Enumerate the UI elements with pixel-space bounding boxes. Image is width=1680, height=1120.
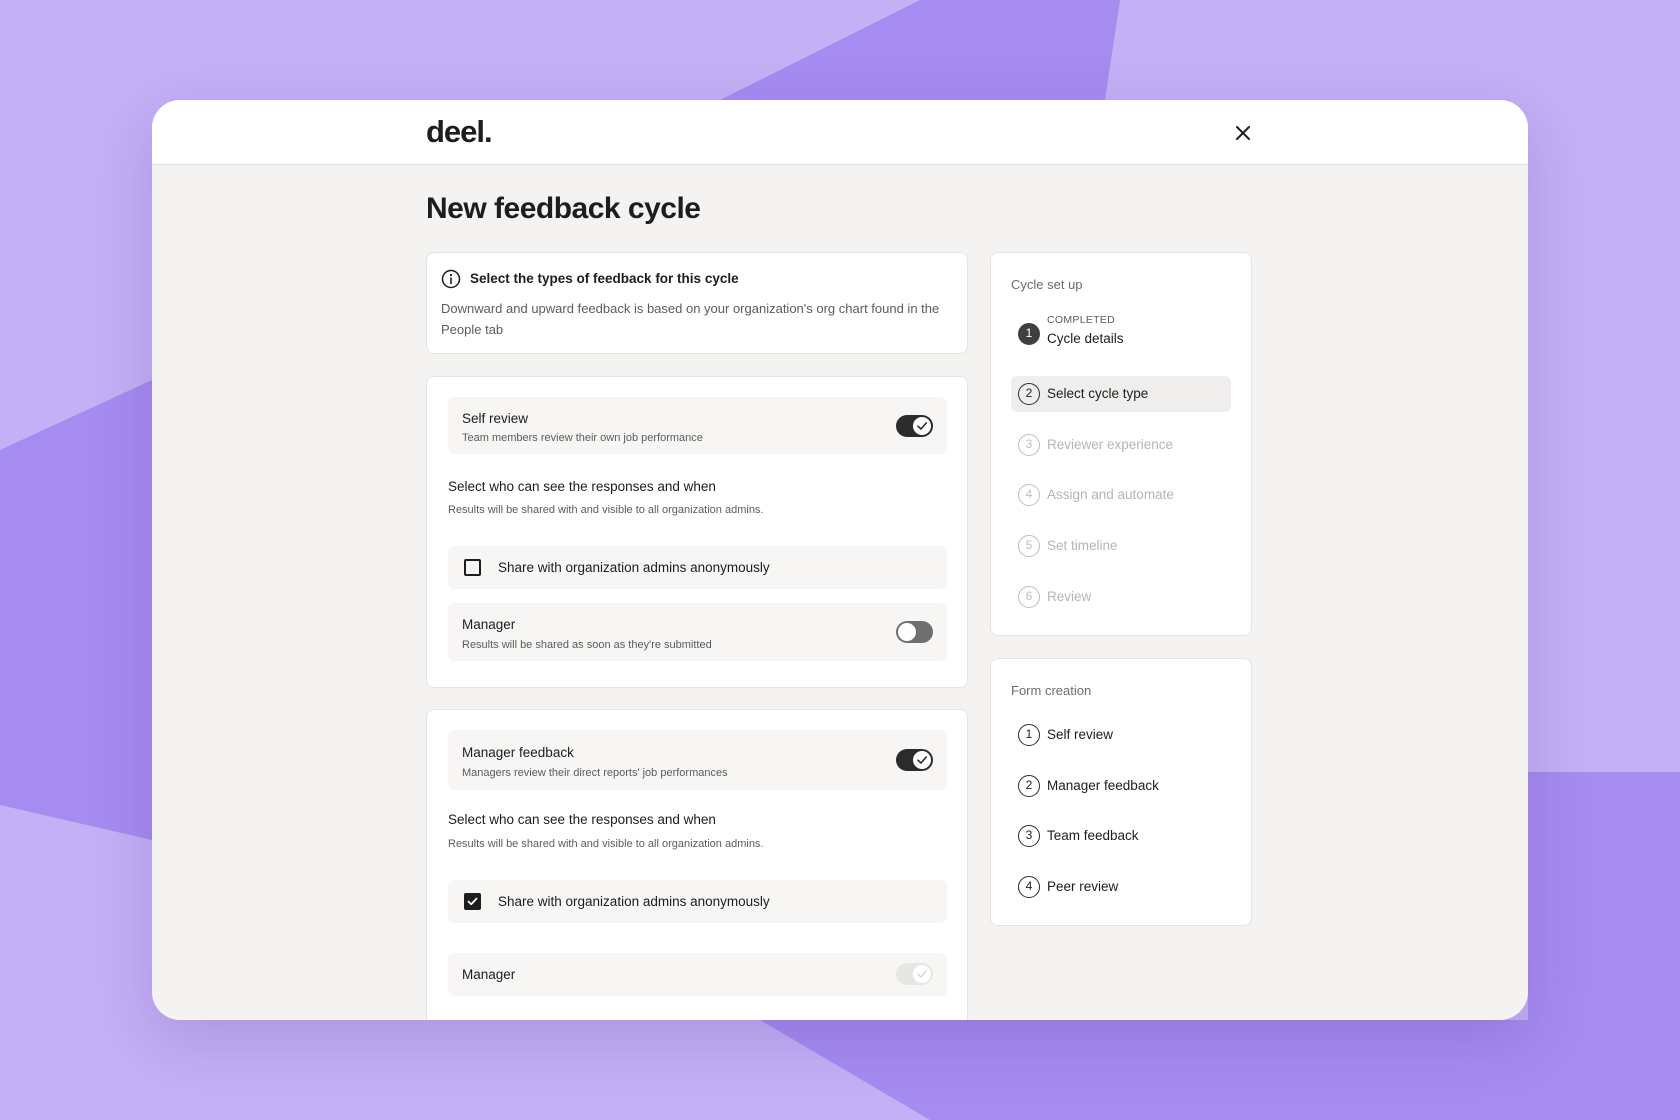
share-anonymously-row[interactable]: Share with organization admins anonymous… — [448, 880, 947, 923]
page-title: New feedback cycle — [426, 192, 701, 225]
form-step-self-review[interactable]: 1 Self review — [1011, 717, 1231, 753]
step-label: Reviewer experience — [1047, 437, 1174, 452]
step-number: 1 — [1018, 724, 1040, 746]
manager-visibility-row: Manager Results will be shared as soon a… — [448, 603, 947, 661]
share-anonymously-checkbox[interactable] — [464, 559, 481, 576]
visibility-note: Results will be shared with and visible … — [448, 504, 764, 516]
step-select-cycle-type[interactable]: 2 Select cycle type — [1011, 376, 1231, 412]
step-label: Assign and automate — [1047, 487, 1174, 502]
step-label: Manager feedback — [1047, 778, 1159, 793]
manager-subtitle: Results will be shared as soon as they'r… — [462, 639, 712, 651]
step-number: 2 — [1018, 775, 1040, 797]
form-step-peer-review[interactable]: 4 Peer review — [1011, 869, 1231, 905]
step-set-timeline[interactable]: 5 Set timeline — [1011, 528, 1231, 564]
share-anonymously-label: Share with organization admins anonymous… — [498, 894, 770, 909]
step-assign-and-automate[interactable]: 4 Assign and automate — [1011, 477, 1231, 513]
step-number: 2 — [1018, 383, 1040, 405]
deel-logo: deel. — [426, 114, 493, 149]
step-label: Self review — [1047, 727, 1114, 742]
manager-feedback-title: Manager feedback — [462, 745, 574, 760]
step-label: Peer review — [1047, 879, 1119, 894]
step-label: Set timeline — [1047, 538, 1118, 553]
check-icon — [917, 756, 927, 764]
info-description: Downward and upward feedback is based on… — [441, 301, 940, 337]
self-review-subtitle: Team members review their own job perfor… — [462, 432, 703, 444]
step-number: 6 — [1018, 586, 1040, 608]
manager-visibility-row: Manager — [448, 953, 947, 996]
manager-title: Manager — [462, 617, 516, 632]
manager-toggle[interactable] — [896, 963, 933, 985]
cycle-setup-heading: Cycle set up — [1011, 277, 1083, 292]
step-label: Review — [1047, 589, 1092, 604]
manager-title: Manager — [462, 967, 516, 982]
step-number: 1 — [1018, 323, 1040, 345]
toggle-knob — [913, 751, 931, 769]
step-label: Team feedback — [1047, 828, 1139, 843]
toggle-knob — [898, 623, 916, 641]
manager-toggle[interactable] — [896, 621, 933, 643]
step-label: Cycle details — [1047, 331, 1124, 346]
close-button[interactable] — [1230, 120, 1256, 146]
check-icon — [467, 897, 478, 906]
visibility-heading: Select who can see the responses and whe… — [448, 479, 716, 494]
step-number: 5 — [1018, 535, 1040, 557]
manager-feedback-row: Manager feedback Managers review their d… — [448, 730, 947, 790]
share-anonymously-label: Share with organization admins anonymous… — [498, 560, 770, 575]
check-icon — [917, 422, 927, 430]
self-review-section: Self review Team members review their ow… — [426, 376, 968, 688]
form-creation-card: Form creation 1 Self review 2 Manager fe… — [990, 658, 1252, 926]
step-reviewer-experience[interactable]: 3 Reviewer experience — [1011, 427, 1231, 463]
step-cycle-details[interactable]: 1 COMPLETED Cycle details — [1011, 312, 1231, 356]
self-review-toggle[interactable] — [896, 415, 933, 437]
info-icon — [441, 269, 461, 289]
form-step-manager-feedback[interactable]: 2 Manager feedback — [1011, 768, 1231, 804]
check-icon — [917, 970, 927, 978]
step-review[interactable]: 6 Review — [1011, 579, 1231, 615]
step-status: COMPLETED — [1047, 314, 1116, 326]
visibility-note: Results will be shared with and visible … — [448, 838, 764, 850]
top-bar: deel. — [152, 100, 1528, 165]
self-review-row: Self review Team members review their ow… — [448, 397, 947, 454]
form-creation-heading: Form creation — [1011, 683, 1092, 698]
share-anonymously-row[interactable]: Share with organization admins anonymous… — [448, 546, 947, 589]
share-anonymously-checkbox[interactable] — [464, 893, 481, 910]
self-review-title: Self review — [462, 411, 529, 426]
info-card: Select the types of feedback for this cy… — [426, 252, 968, 354]
step-number: 4 — [1018, 484, 1040, 506]
cycle-setup-card: Cycle set up 1 COMPLETED Cycle details 2… — [990, 252, 1252, 636]
step-label: Select cycle type — [1047, 386, 1149, 401]
visibility-heading: Select who can see the responses and whe… — [448, 812, 716, 827]
toggle-knob — [913, 965, 931, 983]
step-number: 4 — [1018, 876, 1040, 898]
info-title: Select the types of feedback for this cy… — [470, 271, 739, 286]
close-icon — [1236, 126, 1250, 140]
step-number: 3 — [1018, 434, 1040, 456]
manager-feedback-toggle[interactable] — [896, 749, 933, 771]
toggle-knob — [913, 417, 931, 435]
manager-feedback-section: Manager feedback Managers review their d… — [426, 709, 968, 1020]
step-number: 3 — [1018, 825, 1040, 847]
form-step-team-feedback[interactable]: 3 Team feedback — [1011, 818, 1231, 854]
modal-window: deel. New feedback cycle Select the type… — [152, 100, 1528, 1020]
manager-feedback-subtitle: Managers review their direct reports' jo… — [462, 767, 728, 779]
